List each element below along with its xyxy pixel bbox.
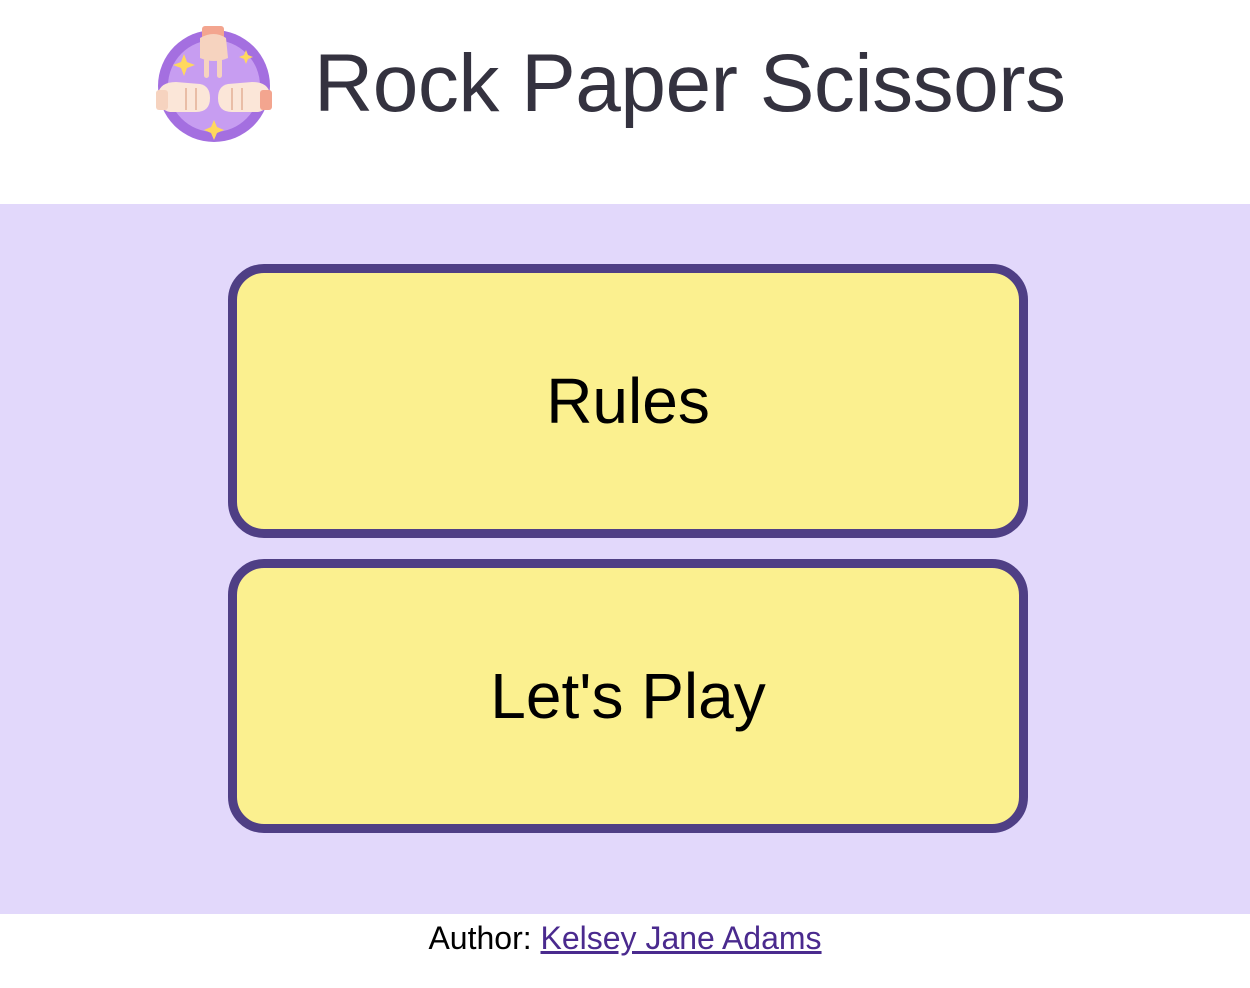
site-header: Rock Paper Scissors xyxy=(0,0,1250,204)
main-menu: Rules Let's Play xyxy=(0,204,1250,914)
author-prefix: Author: xyxy=(428,920,541,956)
rules-button-label: Rules xyxy=(546,365,710,437)
lets-play-button-label: Let's Play xyxy=(490,660,766,732)
rock-paper-scissors-hands-icon xyxy=(156,26,272,142)
rules-button[interactable]: Rules xyxy=(228,264,1028,538)
author-link[interactable]: Kelsey Jane Adams xyxy=(541,920,822,956)
lets-play-button[interactable]: Let's Play xyxy=(228,559,1028,833)
page-title: Rock Paper Scissors xyxy=(314,38,1066,129)
footer: Author: Kelsey Jane Adams xyxy=(0,914,1250,988)
